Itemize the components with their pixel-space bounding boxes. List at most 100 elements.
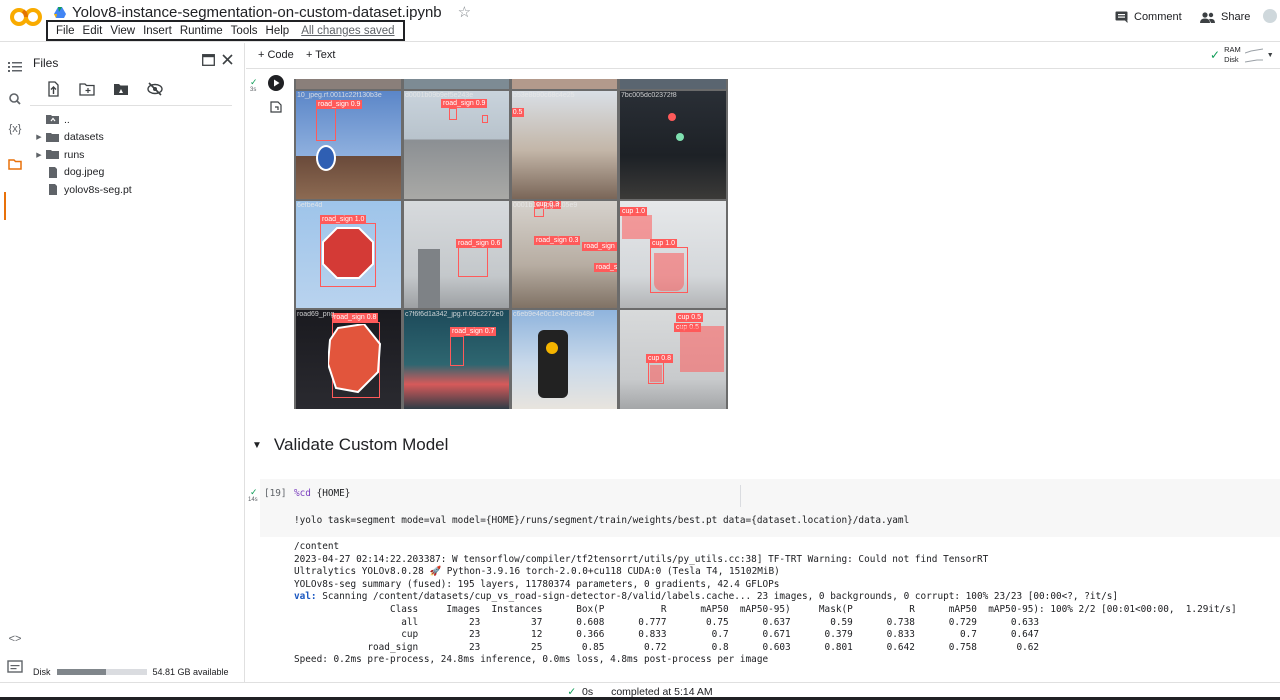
disk-label: Disk	[33, 667, 51, 677]
bbox	[458, 247, 488, 277]
file-icon	[49, 166, 57, 178]
code-line-2[interactable]: !yolo task=segment mode=val model={HOME}…	[294, 515, 909, 526]
disk-usage-bar	[56, 669, 147, 675]
notebook-title[interactable]: Yolov8-instance-segmentation-on-custom-d…	[72, 4, 442, 21]
ruler-line	[740, 485, 741, 507]
colab-logo[interactable]	[10, 6, 42, 28]
file-icon	[49, 184, 57, 196]
detection-label: road_sign	[582, 242, 617, 251]
menu-runtime[interactable]: Runtime	[176, 25, 227, 37]
output-line: 2023-04-27 02:14:22.203387: W tensorflow…	[294, 553, 989, 565]
side-rail: {x} <>	[0, 43, 30, 683]
image-tile: road_sign 1.0 6efbe4d	[296, 201, 401, 308]
files-divider	[30, 105, 232, 106]
image-filename: b53e8b90c68c4e25	[513, 92, 575, 99]
resource-graph-icon	[1244, 48, 1263, 63]
image-filename: 0001b18_jpg.rf.05e9	[513, 202, 578, 209]
mask-overlay	[654, 253, 684, 291]
metrics-row: road_sign 23 25 0.85 0.72 0.8 0.603 0.80…	[294, 641, 1040, 653]
dropdown-arrow-icon[interactable]: ▼	[1267, 52, 1274, 59]
variables-icon[interactable]: {x}	[6, 123, 24, 139]
collapse-caret-icon[interactable]: ▼	[252, 440, 262, 451]
code-line-1[interactable]: %cd {HOME}	[294, 488, 350, 499]
share-button[interactable]: Share	[1200, 11, 1250, 23]
output-line: YOLOv8s-seg summary (fused): 195 layers,…	[294, 578, 780, 590]
status-check-icon: ✓	[567, 685, 577, 698]
new-folder-icon[interactable]	[78, 81, 96, 97]
hide-files-icon[interactable]	[146, 81, 164, 97]
tree-item-dog-jpeg[interactable]: dog.jpeg	[30, 164, 240, 182]
star-icon[interactable]: ☆	[458, 3, 471, 21]
file-tree: .. ▶ datasets ▶ runs dog.jpeg yolov8s-se…	[30, 111, 240, 199]
search-icon[interactable]	[6, 91, 24, 107]
disk-mini-label: Disk	[1224, 55, 1239, 64]
menu-view[interactable]: View	[106, 25, 139, 37]
add-text-button[interactable]: + Text	[306, 49, 335, 61]
menu-insert[interactable]: Insert	[139, 25, 176, 37]
expand-caret-icon[interactable]: ▶	[32, 133, 46, 141]
code-snippets-icon[interactable]: <>	[6, 633, 24, 649]
save-status[interactable]: All changes saved	[297, 25, 398, 37]
resource-monitor[interactable]: ✓ RAM Disk ▼	[1210, 45, 1274, 65]
files-toolbar	[44, 81, 164, 97]
output-actions-icon[interactable]	[270, 101, 282, 113]
detection-label: road_sign 0.5	[512, 108, 525, 117]
image-tile	[404, 79, 509, 89]
disk-usage-fill	[56, 669, 106, 675]
folder-icon[interactable]	[6, 156, 24, 172]
image-filename: c7f6f6d1a342_jpg.rf.09c2272e0	[405, 311, 504, 318]
light-shape	[668, 113, 676, 121]
speed-line: Speed: 0.2ms pre-process, 24.8ms inferen…	[294, 654, 769, 666]
menu-file[interactable]: File	[52, 25, 79, 37]
metrics-header: Class Images Instances Box(P R mAP50 mAP…	[294, 603, 1237, 615]
magic-command: %cd	[294, 488, 311, 499]
tree-item-label: runs	[64, 148, 85, 161]
close-icon[interactable]	[222, 54, 233, 65]
share-label: Share	[1221, 11, 1251, 23]
image-filename: bd2ce	[621, 202, 641, 209]
section-title: Validate Custom Model	[273, 435, 449, 454]
files-panel: Files .. ▶ datasets ▶ runs dog.jpeg yolo…	[30, 43, 245, 683]
tree-item-weights[interactable]: yolov8s-seg.pt	[30, 181, 240, 199]
bbox	[449, 108, 457, 120]
menu-edit[interactable]: Edit	[79, 25, 107, 37]
val-prefix: val:	[294, 591, 317, 603]
image-tile: cup 0.5 cup 0.5 cup 0.8	[620, 310, 726, 409]
terminal-icon[interactable]	[6, 659, 24, 675]
section-heading[interactable]: ▼ Validate Custom Model	[252, 435, 448, 455]
tree-item-parent[interactable]: ..	[30, 111, 240, 129]
open-in-tab-icon[interactable]	[202, 54, 215, 66]
bbox	[316, 107, 336, 141]
cell-run-time: 3s	[250, 87, 257, 93]
menu-tools[interactable]: Tools	[227, 25, 262, 37]
image-tile: cup 0.3 road_sign 0.3 road_sign road_sig…	[512, 201, 617, 308]
upload-file-icon[interactable]	[44, 81, 62, 97]
detection-label: road_sign 0.4	[594, 263, 617, 272]
comment-button[interactable]: Comment	[1115, 11, 1182, 23]
toc-icon[interactable]	[6, 59, 24, 75]
image-filename: road69_png	[297, 311, 335, 318]
execution-count: [19]	[264, 488, 287, 499]
account-avatar[interactable]	[1262, 8, 1278, 24]
status-elapsed-time: 0s	[582, 685, 594, 698]
menu-help[interactable]: Help	[262, 25, 294, 37]
tree-item-runs[interactable]: ▶ runs	[30, 146, 240, 164]
tree-item-datasets[interactable]: ▶ datasets	[30, 129, 240, 147]
disk-usage: Disk 54.81 GB available	[33, 667, 229, 677]
status-elapsed: ✓ 0s	[567, 686, 593, 698]
folder-icon	[46, 150, 59, 160]
cell-output: /content 2023-04-27 02:14:22.203387: W te…	[294, 541, 1254, 667]
tree-item-label: datasets	[64, 131, 104, 144]
mount-drive-icon[interactable]	[112, 81, 130, 97]
code-cell[interactable]: [19] %cd {HOME} !yolo task=segment mode=…	[260, 479, 1280, 537]
image-tile: road_sign 0.9 d0001b09b9ef5e243e	[404, 91, 509, 199]
app-header: Yolov8-instance-segmentation-on-custom-d…	[0, 0, 1280, 42]
add-code-button[interactable]: + Code	[258, 49, 294, 61]
run-cell-icon[interactable]	[268, 75, 284, 91]
mask-overlay	[650, 365, 662, 382]
image-filename: 10_jpeg.rf.0011c22f130b3e	[297, 92, 382, 99]
light-shape	[676, 133, 684, 141]
expand-caret-icon[interactable]: ▶	[32, 151, 46, 159]
image-tile: c6eb9e4e0c1e4b0e9b48d	[512, 310, 617, 409]
image-filename: d0001b09b9ef5e243e	[405, 92, 474, 99]
